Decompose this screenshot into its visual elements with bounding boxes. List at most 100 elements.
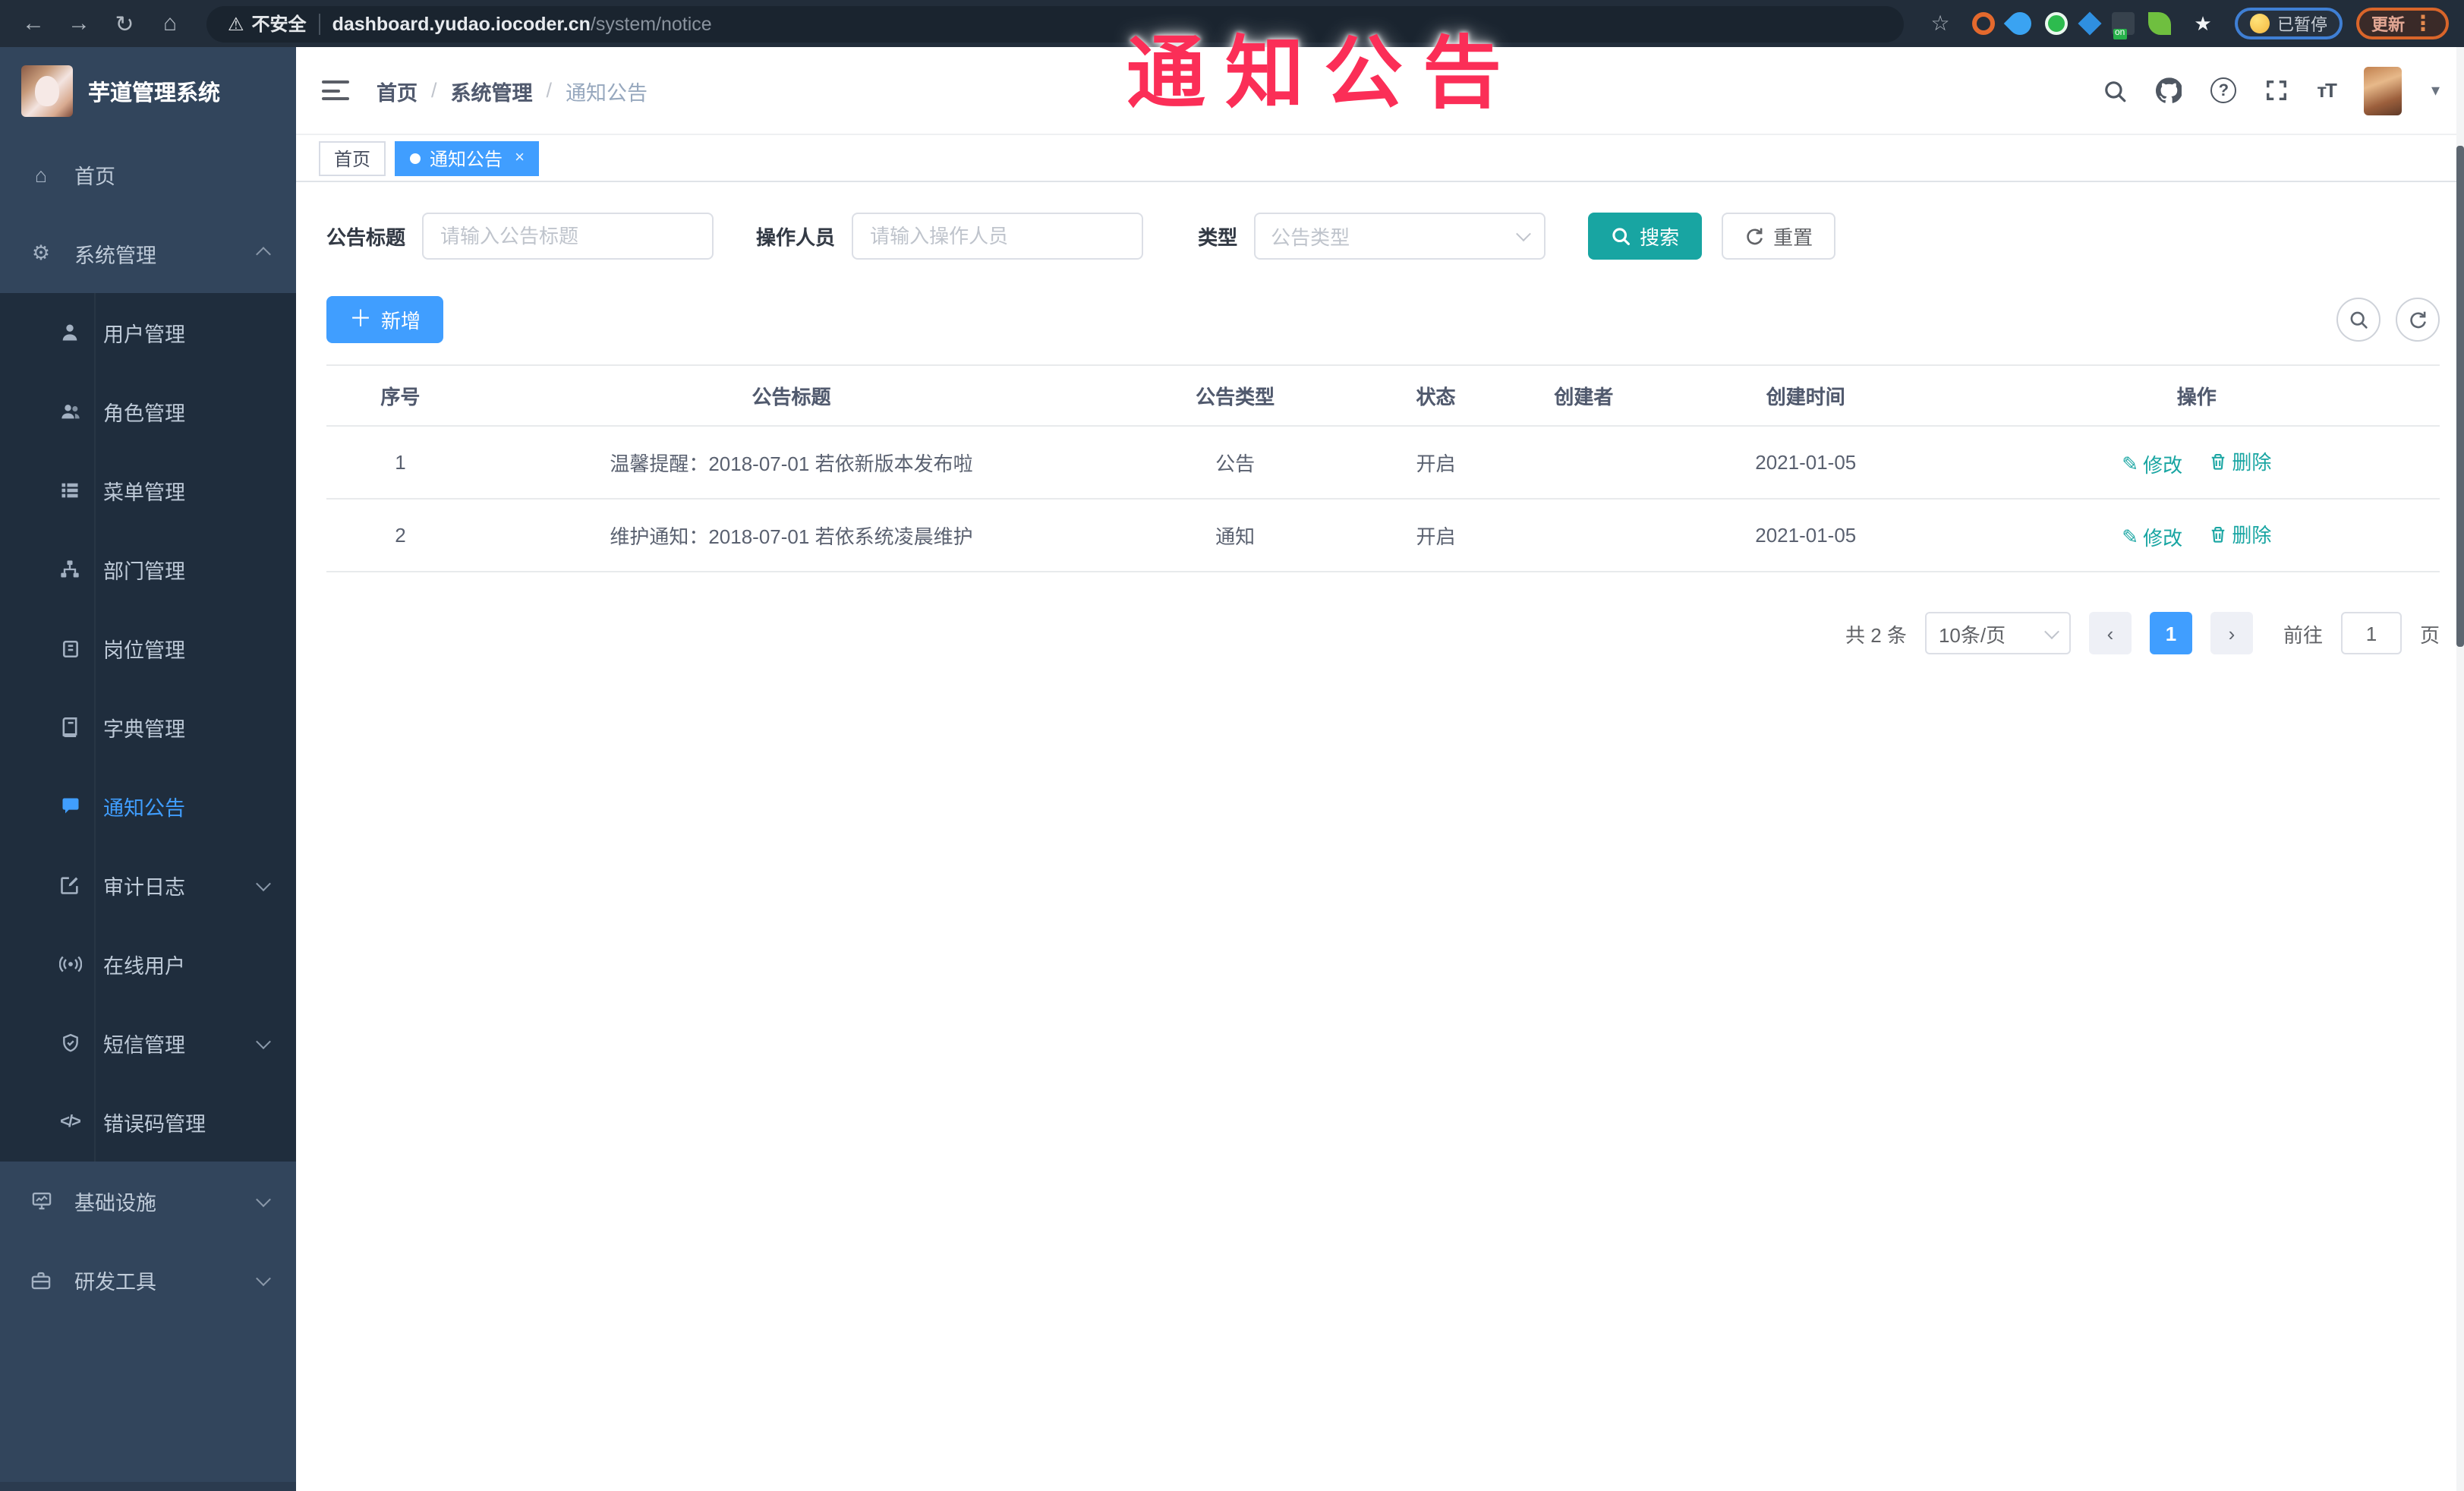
cell-index: 1 [326, 426, 474, 500]
refresh-table-button[interactable] [2396, 298, 2440, 342]
filter-title: 公告标题 [326, 213, 714, 260]
trash-icon [2212, 452, 2225, 469]
cell-created-at: 2021-01-05 [1657, 426, 1954, 500]
sidebar-menu: ⌂ 首页 ⚙ 系统管理 用户管理 角色管理 菜单管理 部门管理 岗位管理 字典管… [0, 135, 296, 1482]
update-browser-chip[interactable]: 更新 ⋮ [2356, 8, 2449, 39]
location-extension-icon[interactable] [2003, 7, 2037, 40]
reset-button[interactable]: 重置 [1722, 213, 1836, 260]
app-logo [21, 65, 73, 117]
table-header-row: 序号 公告标题 公告类型 状态 创建者 创建时间 操作 [326, 364, 2440, 427]
tab-home[interactable]: 首页 [319, 140, 386, 175]
url-separator [318, 13, 320, 34]
adblock-extension-icon[interactable] [1972, 12, 1995, 35]
page-size-select[interactable]: 10条/页 [1924, 612, 2071, 654]
bookmark-star-icon[interactable]: ☆ [1922, 5, 1958, 42]
delete-link[interactable]: 删除 [2209, 446, 2271, 475]
sidebar-item-home[interactable]: ⌂ 首页 [0, 135, 296, 214]
annotation-overlay-title: 通知公告 [1126, 30, 1522, 118]
search-button[interactable]: 搜索 [1588, 213, 1703, 260]
edit-link[interactable]: ✎ 修改 [2122, 449, 2182, 478]
add-notice-button[interactable]: ＋ 新增 [326, 296, 444, 343]
cell-title: 温馨提醒：2018-07-01 若依新版本发布啦 [474, 426, 1109, 500]
update-label: 更新 [2371, 16, 2405, 34]
help-icon[interactable]: ? [2210, 77, 2237, 103]
sidebar-item-role-management[interactable]: 角色管理 [0, 372, 296, 451]
filter-operator: 操作人员 [756, 213, 1144, 260]
switch-extension-icon[interactable]: on [2112, 12, 2135, 39]
cell-index: 2 [326, 499, 474, 572]
sidebar-item-online-users[interactable]: 在线用户 [0, 925, 296, 1004]
sidebar-item-error-code-management[interactable]: </> 错误码管理 [0, 1083, 296, 1162]
insecure-warning[interactable]: ⚠ 不安全 [228, 11, 307, 36]
home-icon[interactable]: ⌂ [152, 5, 188, 42]
breadcrumb-system[interactable]: 系统管理 [451, 75, 533, 106]
notice-type-select[interactable]: 公告类型 [1254, 213, 1546, 260]
next-page-button[interactable]: › [2210, 612, 2253, 654]
table-toolbar: ＋ 新增 [326, 296, 2440, 343]
sidebar-item-system-management[interactable]: ⚙ 系统管理 [0, 214, 296, 293]
sidebar-item-menu-management[interactable]: 菜单管理 [0, 451, 296, 530]
operator-input[interactable] [852, 213, 1144, 260]
table-tools [2336, 298, 2440, 342]
url-host: dashboard.yudao.iocoder.cn [332, 13, 591, 34]
leaf-extension-icon[interactable] [2148, 12, 2171, 35]
extension-tray: ☆ on ★ 已暂停 更新 ⋮ [1922, 5, 2449, 42]
star-extension-icon[interactable]: ★ [2185, 5, 2221, 42]
chevron-down-icon [256, 1033, 271, 1049]
edit-pencil-icon: ✎ [2122, 452, 2139, 474]
page-1-button[interactable]: 1 [2149, 612, 2192, 654]
sidebar-item-department-management[interactable]: 部门管理 [0, 530, 296, 609]
prev-page-button[interactable]: ‹ [2088, 612, 2132, 654]
sidebar-item-audit-log[interactable]: 审计日志 [0, 846, 296, 925]
sidebar-item-user-management[interactable]: 用户管理 [0, 293, 296, 372]
fullscreen-icon[interactable] [2265, 79, 2288, 102]
edit-link[interactable]: ✎ 修改 [2122, 522, 2182, 551]
paused-profile-chip[interactable]: 已暂停 [2235, 8, 2343, 39]
breadcrumb-home[interactable]: 首页 [377, 75, 417, 106]
avatar-caret-icon[interactable]: ▾ [2431, 80, 2440, 100]
insecure-label: 不安全 [251, 14, 307, 35]
col-title: 公告标题 [474, 364, 1109, 427]
filter-type-label: 类型 [1198, 226, 1238, 249]
green-extension-icon[interactable] [2045, 12, 2068, 35]
dict-icon [58, 717, 82, 738]
show-search-toggle-button[interactable] [2336, 298, 2381, 342]
col-created-at: 创建时间 [1657, 364, 1954, 427]
notice-title-input[interactable] [422, 213, 714, 260]
sidebar-item-notice[interactable]: 通知公告 [0, 767, 296, 846]
scrollbar-thumb[interactable] [2456, 146, 2464, 647]
user-avatar[interactable] [2364, 66, 2403, 115]
browser-menu-icon[interactable]: ⋮ [2412, 11, 2434, 36]
page-unit-label: 页 [2419, 623, 2440, 646]
cell-actions: ✎ 修改 删除 [1953, 499, 2440, 572]
cell-type: 公告 [1108, 426, 1363, 500]
close-tab-icon[interactable]: × [515, 149, 525, 167]
cell-creator [1510, 426, 1658, 500]
sidebar-item-dict-management[interactable]: 字典管理 [0, 688, 296, 767]
sidebar-item-sms-management[interactable]: 短信管理 [0, 1004, 296, 1083]
collapse-sidebar-icon[interactable] [322, 80, 349, 100]
address-bar[interactable]: ⚠ 不安全 dashboard.yudao.iocoder.cn/system/… [206, 5, 1904, 42]
github-icon[interactable] [2156, 77, 2182, 103]
forward-icon[interactable]: → [61, 5, 97, 42]
post-icon [58, 638, 82, 658]
sidebar-item-dev-tools[interactable]: 研发工具 [0, 1240, 296, 1319]
search-icon[interactable] [2103, 78, 2127, 102]
table-row: 1 温馨提醒：2018-07-01 若依新版本发布啦 公告 开启 2021-01… [326, 426, 2440, 500]
sidebar-item-infrastructure[interactable]: 基础设施 [0, 1162, 296, 1240]
table-row: 2 维护通知：2018-07-01 若依系统凌晨维护 通知 开启 2021-01… [326, 499, 2440, 572]
notice-table: 序号 公告标题 公告类型 状态 创建者 创建时间 操作 1 温馨提醒：2018- [326, 364, 2440, 572]
gem-extension-icon[interactable] [2078, 11, 2102, 36]
goto-page-input[interactable] [2340, 612, 2402, 654]
font-size-icon[interactable]: ᴛT [2317, 79, 2337, 102]
sidebar-item-post-management[interactable]: 岗位管理 [0, 609, 296, 688]
tab-notice[interactable]: 通知公告 × [395, 140, 540, 175]
cell-type: 通知 [1108, 499, 1363, 572]
col-actions: 操作 [1953, 364, 2440, 427]
cell-created-at: 2021-01-05 [1657, 499, 1954, 572]
reload-icon[interactable]: ↻ [106, 5, 143, 42]
app-logo-row[interactable]: 芋道管理系统 [0, 47, 296, 135]
page-scrollbar[interactable] [2456, 47, 2464, 1491]
back-icon[interactable]: ← [15, 5, 52, 42]
delete-link[interactable]: 删除 [2209, 519, 2271, 548]
